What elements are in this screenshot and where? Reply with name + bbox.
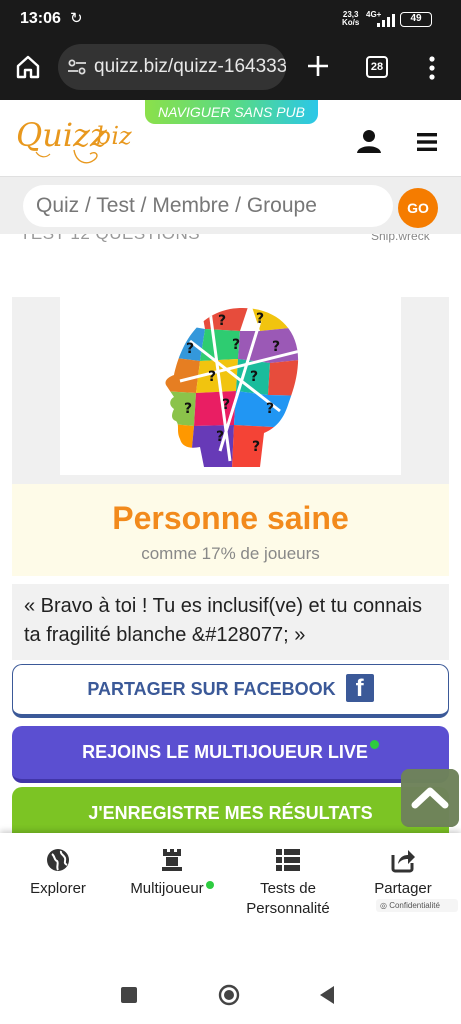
ad-free-banner[interactable]: NAVIGUER SANS PUB [145, 100, 318, 124]
facebook-icon: f [345, 674, 374, 703]
network-speed: 23,3 Ko/s [342, 10, 360, 27]
privacy-badge[interactable]: ◎ Confidentialité [376, 899, 458, 912]
svg-text:?: ? [186, 341, 194, 357]
site-settings-icon[interactable] [67, 57, 87, 77]
recent-apps-icon[interactable] [121, 987, 137, 1003]
home-icon[interactable] [15, 54, 41, 80]
search-input[interactable] [23, 185, 393, 227]
sync-icon: ↻ [70, 10, 83, 27]
result-percentage: comme 17% de joueurs [141, 544, 320, 563]
url-text: quizz.biz/quizz-164333 [94, 56, 286, 77]
svg-text:Quizz: Quizz [16, 116, 108, 154]
svg-text:?: ? [272, 339, 280, 355]
status-bar: 13:06 ↻ 23,3 Ko/s 4G+ 49 [0, 0, 461, 38]
quizzbiz-logo[interactable]: Quizz biz [16, 110, 144, 172]
svg-text:?: ? [256, 311, 264, 327]
privacy-icon: ◎ [380, 901, 390, 910]
result-panel: Personne saine comme 17% de joueurs [12, 484, 449, 576]
new-tab-icon[interactable] [305, 53, 331, 79]
result-quote: « Bravo à toi ! Tu es inclusif(ve) et tu… [24, 595, 422, 646]
svg-text:?: ? [222, 397, 230, 413]
quiz-author[interactable]: Ship.wreck [371, 234, 430, 243]
system-home-icon[interactable] [218, 984, 240, 1006]
svg-text:?: ? [232, 337, 240, 353]
clock: 13:06 [20, 10, 61, 27]
nav-personality-tests[interactable]: Tests de Personnalité [236, 833, 340, 917]
site-header: NAVIGUER SANS PUB Quizz biz [0, 100, 461, 176]
tab-switcher-button[interactable]: 28 [366, 56, 388, 78]
result-title: Personne saine [112, 500, 349, 536]
user-icon[interactable] [356, 128, 382, 154]
nav-multiplayer-label: Multijoueur [130, 880, 204, 897]
scrolled-quiz-meta: TEST 12 QUESTIONS Ship.wreck [0, 234, 461, 250]
more-options-icon[interactable] [424, 55, 440, 81]
nav-explorer[interactable]: Explorer [18, 833, 98, 913]
svg-text:?: ? [250, 369, 258, 385]
live-indicator-dot [369, 740, 379, 749]
scroll-to-top-button[interactable] [401, 769, 459, 827]
address-bar[interactable]: quizz.biz/quizz-164333 [58, 44, 286, 90]
system-navigation-bar [0, 913, 461, 1024]
question-head-illustration: ?? ??? ?? ??? ?? [165, 308, 299, 468]
list-icon [276, 849, 300, 871]
svg-text:?: ? [216, 429, 224, 445]
nav-share-label: Partager [374, 880, 432, 897]
svg-text:?: ? [208, 369, 216, 385]
live-indicator-dot [205, 881, 214, 889]
battery-icon: 49 [400, 12, 432, 27]
globe-icon [47, 849, 69, 871]
result-quote-panel: « Bravo à toi ! Tu es inclusif(ve) et tu… [12, 584, 449, 660]
share-icon [391, 850, 415, 873]
browser-toolbar: quizz.biz/quizz-164333 28 [0, 38, 461, 100]
svg-text:?: ? [218, 313, 226, 329]
chess-rook-icon [162, 849, 182, 871]
share-facebook-button[interactable]: PARTAGER SUR FACEBOOK f [12, 664, 449, 718]
hamburger-menu-icon[interactable] [416, 131, 438, 153]
join-multiplayer-label: REJOINS LE MULTIJOUEUR LIVE [82, 742, 368, 762]
share-facebook-label: PARTAGER SUR FACEBOOK [87, 679, 336, 699]
nav-multiplayer[interactable]: Multijoueur [118, 833, 226, 913]
svg-text:?: ? [252, 439, 260, 455]
svg-text:biz: biz [96, 122, 132, 150]
save-results-label: J'ENREGISTRE MES RÉSULTATS [88, 803, 373, 823]
result-image: ?? ??? ?? ??? ?? [60, 297, 401, 475]
back-icon[interactable] [318, 985, 336, 1005]
svg-text:?: ? [266, 401, 274, 417]
nav-explorer-label: Explorer [30, 880, 86, 897]
join-multiplayer-button[interactable]: REJOINS LE MULTIJOUEUR LIVE [12, 726, 449, 783]
quiz-question-count: TEST 12 QUESTIONS [20, 234, 200, 244]
result-image-panel: ?? ??? ?? ??? ?? [12, 297, 449, 484]
search-bar: GO [0, 176, 461, 234]
search-go-button[interactable]: GO [398, 188, 438, 228]
svg-text:?: ? [184, 401, 192, 417]
signal-icon [377, 14, 395, 27]
